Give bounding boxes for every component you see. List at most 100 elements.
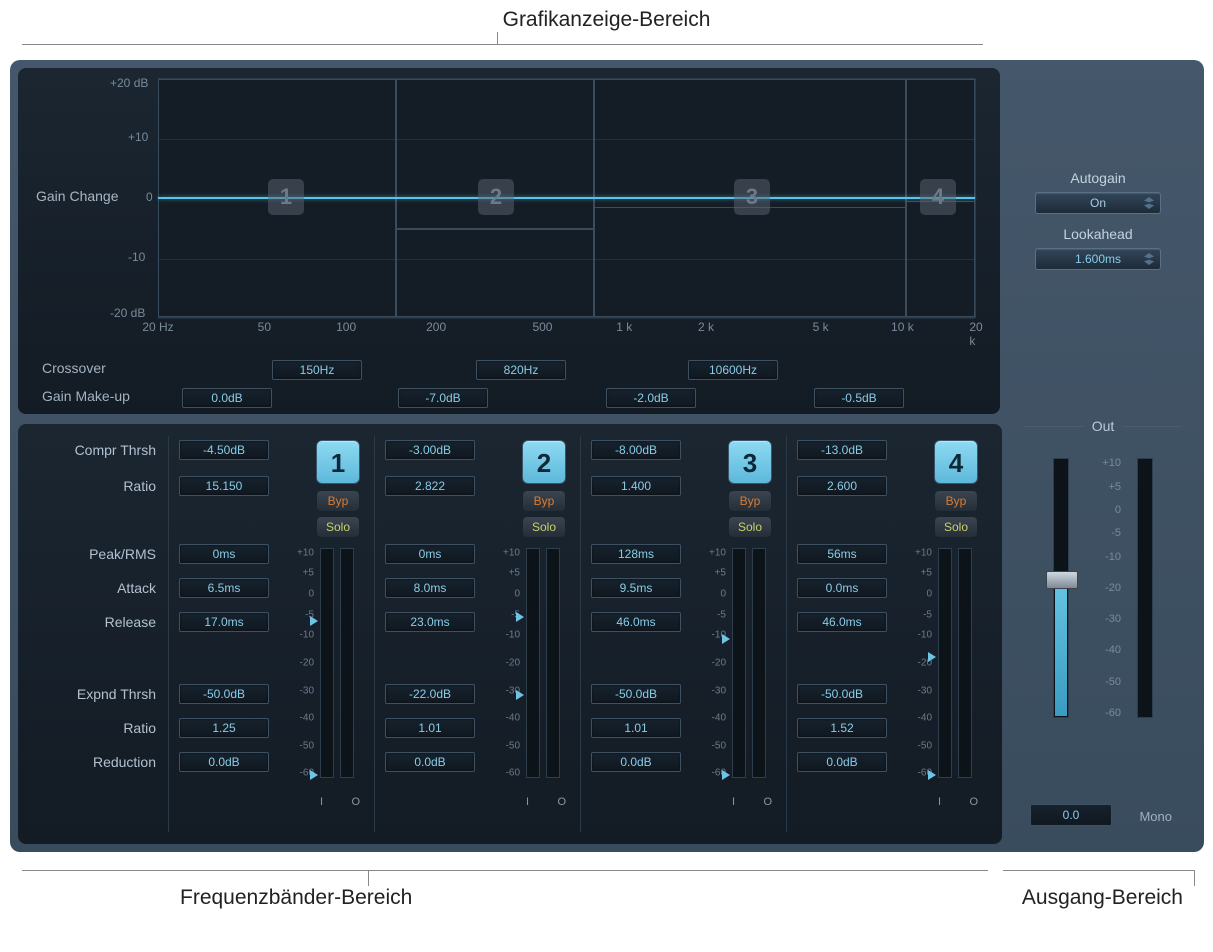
band-meter: +10 +5 0 -5 -10 -20 -30 -40 -50 -60 IO — [902, 548, 982, 808]
peak-rms-field[interactable]: 128ms — [591, 544, 681, 564]
band-column-1: -4.50dB 15.150 1 Byp Solo 0ms 6.5ms 17.0… — [168, 436, 374, 832]
output-value-field[interactable]: 0.0 — [1030, 804, 1112, 826]
release-field[interactable]: 46.0ms — [591, 612, 681, 632]
gain-makeup-2-field[interactable]: -7.0dB — [398, 388, 488, 408]
input-meter — [526, 548, 540, 778]
release-field[interactable]: 17.0ms — [179, 612, 269, 632]
band-number-3[interactable]: 3 — [734, 179, 770, 215]
compr-threshold-marker-icon[interactable] — [928, 652, 936, 662]
solo-button[interactable]: Solo — [934, 516, 978, 538]
output-meter — [958, 548, 972, 778]
peak-rms-field[interactable]: 0ms — [179, 544, 269, 564]
autogain-dropdown[interactable]: On — [1035, 192, 1161, 214]
right-controls: Autogain On Lookahead 1.600ms — [1000, 68, 1196, 414]
band-meter: +10 +5 0 -5 -10 -20 -30 -40 -50 -60 IO — [490, 548, 570, 808]
compr-threshold-marker-icon[interactable] — [310, 616, 318, 626]
compr-ratio-field[interactable]: 15.150 — [179, 476, 269, 496]
gain-makeup-4-field[interactable]: -0.5dB — [814, 388, 904, 408]
compr-thrsh-field[interactable]: -4.50dB — [179, 440, 269, 460]
y-tick: -10 — [128, 250, 145, 264]
band-meter: +10 +5 0 -5 -10 -20 -30 -40 -50 -60 IO — [696, 548, 776, 808]
expnd-threshold-marker-icon[interactable] — [310, 770, 318, 780]
expnd-threshold-marker-icon[interactable] — [928, 770, 936, 780]
compr-threshold-marker-icon[interactable] — [516, 612, 524, 622]
x-axis-labels: 20 Hz 50 100 200 500 1 k 2 k 5 k 10 k 20… — [158, 320, 976, 338]
output-meter — [1137, 458, 1153, 718]
expnd-ratio-field[interactable]: 1.25 — [179, 718, 269, 738]
output-meter — [752, 548, 766, 778]
output-scale: +10 +5 0 -5 -10 -20 -30 -40 -50 -60 — [1081, 458, 1121, 718]
compr-threshold-marker-icon[interactable] — [722, 634, 730, 644]
attack-field[interactable]: 9.5ms — [591, 578, 681, 598]
output-fader[interactable] — [1053, 458, 1069, 718]
compr-thrsh-field[interactable]: -8.00dB — [591, 440, 681, 460]
attack-field[interactable]: 6.5ms — [179, 578, 269, 598]
input-meter — [320, 548, 334, 778]
expnd-threshold-marker-icon[interactable] — [516, 690, 524, 700]
band-column-2: -3.00dB 2.822 2 Byp Solo 0ms 8.0ms 23.0m… — [374, 436, 580, 832]
annotation-freq-bands-label: Frequenzbänder-Bereich — [180, 886, 412, 910]
compr-thrsh-field[interactable]: -3.00dB — [385, 440, 475, 460]
crossover-2-field[interactable]: 820Hz — [476, 360, 566, 380]
band-column-3: -8.00dB 1.400 3 Byp Solo 128ms 9.5ms 46.… — [580, 436, 786, 832]
solo-button[interactable]: Solo — [728, 516, 772, 538]
expnd-thrsh-field[interactable]: -50.0dB — [591, 684, 681, 704]
crossover-1-field[interactable]: 150Hz — [272, 360, 362, 380]
release-field[interactable]: 23.0ms — [385, 612, 475, 632]
reduction-field[interactable]: 0.0dB — [385, 752, 475, 772]
crossover-3-field[interactable]: 10600Hz — [688, 360, 778, 380]
gain-makeup-3-field[interactable]: -2.0dB — [606, 388, 696, 408]
solo-button[interactable]: Solo — [522, 516, 566, 538]
band-number-1[interactable]: 1 — [268, 179, 304, 215]
reduction-field[interactable]: 0.0dB — [797, 752, 887, 772]
expnd-thrsh-field[interactable]: -50.0dB — [179, 684, 269, 704]
lookahead-field[interactable]: 1.600ms — [1035, 248, 1161, 270]
compr-ratio-field[interactable]: 1.400 — [591, 476, 681, 496]
bypass-button[interactable]: Byp — [316, 490, 360, 512]
band-number-4[interactable]: 4 — [920, 179, 956, 215]
band-meter: +10 +5 0 -5 -10 -20 -30 -40 -50 -60 IO — [284, 548, 364, 808]
graphic-display-area: Gain Change +20 dB +10 0 -10 -20 dB — [18, 68, 1000, 414]
parameter-labels: Compr Thrsh Ratio Peak/RMS Attack Releas… — [28, 436, 168, 832]
bypass-button[interactable]: Byp — [934, 490, 978, 512]
band-badge-3[interactable]: 3 — [728, 440, 772, 484]
gain-makeup-label: Gain Make-up — [42, 388, 130, 404]
attack-field[interactable]: 0.0ms — [797, 578, 887, 598]
plugin-window: Gain Change +20 dB +10 0 -10 -20 dB — [10, 60, 1204, 852]
peak-rms-field[interactable]: 56ms — [797, 544, 887, 564]
expnd-thrsh-field[interactable]: -22.0dB — [385, 684, 475, 704]
band-badge-4[interactable]: 4 — [934, 440, 978, 484]
expnd-ratio-field[interactable]: 1.01 — [385, 718, 475, 738]
autogain-label: Autogain — [1000, 170, 1196, 186]
reduction-field[interactable]: 0.0dB — [591, 752, 681, 772]
annotation-bottom: Frequenzbänder-Bereich Ausgang-Bereich — [10, 852, 1203, 922]
peak-rms-field[interactable]: 0ms — [385, 544, 475, 564]
expnd-thrsh-field[interactable]: -50.0dB — [797, 684, 887, 704]
compr-ratio-field[interactable]: 2.600 — [797, 476, 887, 496]
output-fader-knob[interactable] — [1046, 571, 1078, 589]
release-field[interactable]: 46.0ms — [797, 612, 887, 632]
input-meter — [732, 548, 746, 778]
gain-makeup-1-field[interactable]: 0.0dB — [182, 388, 272, 408]
band-badge-1[interactable]: 1 — [316, 440, 360, 484]
band-badge-2[interactable]: 2 — [522, 440, 566, 484]
expnd-ratio-field[interactable]: 1.01 — [591, 718, 681, 738]
attack-field[interactable]: 8.0ms — [385, 578, 475, 598]
solo-button[interactable]: Solo — [316, 516, 360, 538]
annotation-top-bracket — [10, 34, 1203, 56]
bypass-button[interactable]: Byp — [728, 490, 772, 512]
expnd-ratio-field[interactable]: 1.52 — [797, 718, 887, 738]
reduction-field[interactable]: 0.0dB — [179, 752, 269, 772]
output-meter — [546, 548, 560, 778]
lookahead-label: Lookahead — [1000, 226, 1196, 242]
frequency-bands-area: Compr Thrsh Ratio Peak/RMS Attack Releas… — [18, 424, 1002, 844]
compr-thrsh-field[interactable]: -13.0dB — [797, 440, 887, 460]
y-tick: 0 — [146, 190, 153, 204]
graph-plot[interactable]: 1 2 3 4 — [158, 78, 976, 318]
expnd-threshold-marker-icon[interactable] — [722, 770, 730, 780]
annotation-output-label: Ausgang-Bereich — [1022, 886, 1183, 910]
gain-change-label: Gain Change — [36, 188, 119, 204]
bypass-button[interactable]: Byp — [522, 490, 566, 512]
band-number-2[interactable]: 2 — [478, 179, 514, 215]
compr-ratio-field[interactable]: 2.822 — [385, 476, 475, 496]
